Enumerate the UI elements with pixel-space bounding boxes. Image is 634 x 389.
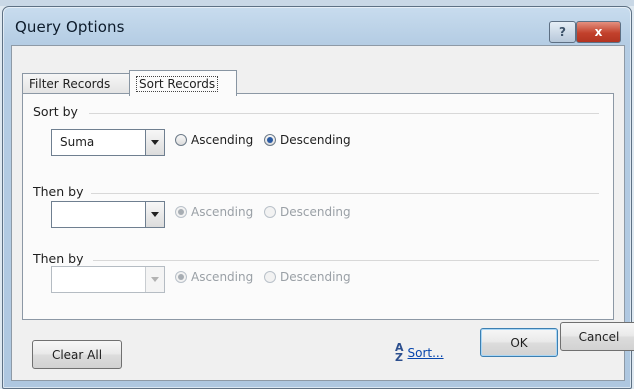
cancel-button[interactable]: Cancel xyxy=(560,322,634,351)
sort-records-panel: Sort by Suma Ascending Descending Then b xyxy=(22,93,614,320)
sort-by-divider xyxy=(89,113,599,114)
tab-sort-records-label: Sort Records xyxy=(136,75,219,92)
sort-by-combobox[interactable]: Suma xyxy=(51,129,165,156)
then-by-1-divider xyxy=(91,193,599,194)
ok-label: OK xyxy=(510,335,528,350)
clear-all-label: Clear All xyxy=(51,347,103,362)
clear-all-button[interactable]: Clear All xyxy=(32,340,122,369)
radio-selected-icon xyxy=(175,206,187,218)
then-by-1-combobox[interactable] xyxy=(51,201,165,228)
sort-by-label: Sort by xyxy=(33,104,78,119)
sort-az-icon: AZ xyxy=(395,341,404,364)
dialog-client-area: Filter Records Sort Records Sort by Suma xyxy=(11,45,634,381)
help-icon: ? xyxy=(559,25,566,39)
then-by-1-ascending-label: Ascending xyxy=(191,205,254,219)
close-button[interactable]: x xyxy=(576,21,621,43)
radio-selected-icon xyxy=(264,134,276,146)
then-by-2-descending-radio: Descending xyxy=(264,270,351,284)
then-by-2-label: Then by xyxy=(33,251,84,266)
then-by-2-ascending-radio: Ascending xyxy=(175,270,253,284)
then-by-1-ascending-radio: Ascending xyxy=(175,205,253,219)
radio-selected-icon xyxy=(175,271,187,283)
radio-icon xyxy=(264,271,276,283)
radio-icon xyxy=(175,134,187,146)
chevron-down-icon xyxy=(151,140,159,145)
tab-filter-records-label: Filter Records xyxy=(29,77,111,91)
radio-icon xyxy=(264,206,276,218)
then-by-1-descending-label: Descending xyxy=(280,205,351,219)
sort-by-ascending-radio[interactable]: Ascending xyxy=(175,133,253,147)
chevron-down-icon xyxy=(151,277,159,282)
sort-by-dropdown-button[interactable] xyxy=(145,130,164,155)
sort-by-descending-label: Descending xyxy=(280,133,351,147)
then-by-1-label: Then by xyxy=(33,184,84,199)
dialog-title: Query Options xyxy=(15,18,125,36)
then-by-2-descending-label: Descending xyxy=(280,270,351,284)
chevron-down-icon xyxy=(151,212,159,217)
sort-by-descending-radio[interactable]: Descending xyxy=(264,133,351,147)
sort-link-label: Sort... xyxy=(407,346,444,360)
tab-sort-records[interactable]: Sort Records xyxy=(129,70,237,96)
sort-link[interactable]: AZ Sort... xyxy=(395,341,444,364)
then-by-1-descending-radio: Descending xyxy=(264,205,351,219)
cancel-label: Cancel xyxy=(578,329,620,344)
then-by-2-combobox xyxy=(51,266,165,293)
then-by-2-ascending-label: Ascending xyxy=(191,270,254,284)
close-icon: x xyxy=(594,25,603,39)
query-options-dialog: Query Options ? x Filter Records Sort Re… xyxy=(2,6,634,389)
ok-button[interactable]: OK xyxy=(480,328,558,357)
help-button[interactable]: ? xyxy=(549,21,576,43)
page: Query Options ? x Filter Records Sort Re… xyxy=(0,0,634,389)
then-by-2-dropdown-button xyxy=(145,267,164,292)
tab-filter-records[interactable]: Filter Records xyxy=(22,73,132,94)
then-by-1-dropdown-button[interactable] xyxy=(145,202,164,227)
title-bar[interactable]: Query Options ? x xyxy=(3,7,631,47)
sort-by-ascending-label: Ascending xyxy=(191,133,254,147)
sort-by-value: Suma xyxy=(60,135,95,149)
then-by-2-divider xyxy=(93,260,599,261)
